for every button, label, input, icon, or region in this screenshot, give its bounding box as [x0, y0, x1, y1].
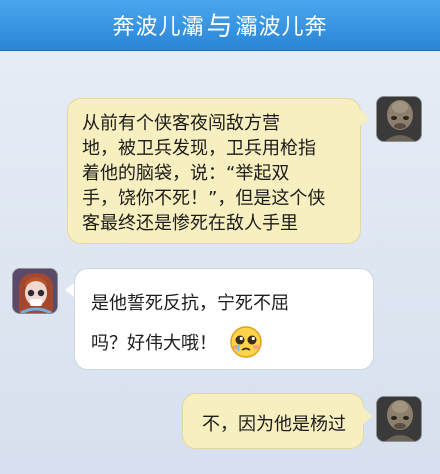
message-line: 是他誓死反抗，宁死不屈: [91, 293, 289, 314]
bald-monster-avatar-icon: [377, 397, 421, 441]
title-separator: 与: [206, 11, 234, 42]
message-line: 客最终还是惨死在敌人手里: [82, 213, 298, 234]
bubble-tail: [363, 408, 373, 424]
message-line: 着他的脑袋，说：“举起双: [82, 163, 290, 184]
chat-title-bar: 奔波儿灞 与 灞波儿奔: [0, 0, 440, 51]
chat-area[interactable]: 从前有个侠客夜闯敌方营 地，被卫兵发现，卫兵用枪指 着他的脑袋，说：“举起双 手…: [0, 52, 440, 474]
title-left-name: 奔波儿灞: [112, 15, 205, 40]
avatar-left[interactable]: [12, 268, 58, 314]
message-bubble-2[interactable]: 是他誓死反抗，宁死不屈 吗？好伟大哦！: [74, 268, 374, 370]
avatar-right[interactable]: [376, 96, 422, 142]
message-line: 手，饶你不死！”，但是这个侠: [82, 188, 326, 209]
message-line: 吗？好伟大哦！: [91, 333, 217, 354]
bald-monster-avatar-icon: [377, 97, 421, 141]
message-line: 不，因为他是杨过: [202, 414, 346, 435]
avatar-right[interactable]: [376, 396, 422, 442]
title-right-name: 灞波儿奔: [235, 15, 328, 40]
bubble-tail: [360, 110, 370, 126]
message-line: 地，被卫兵发现，卫兵用枪指: [82, 138, 316, 159]
message-bubble-3[interactable]: 不，因为他是杨过: [182, 393, 364, 449]
message-bubble-1[interactable]: 从前有个侠客夜闯敌方营 地，被卫兵发现，卫兵用枪指 着他的脑袋，说：“举起双 手…: [67, 98, 361, 244]
girl-avatar-icon: [13, 269, 57, 313]
message-line: 从前有个侠客夜闯敌方营: [82, 113, 280, 134]
teary-eyed-face-icon: [230, 326, 262, 358]
